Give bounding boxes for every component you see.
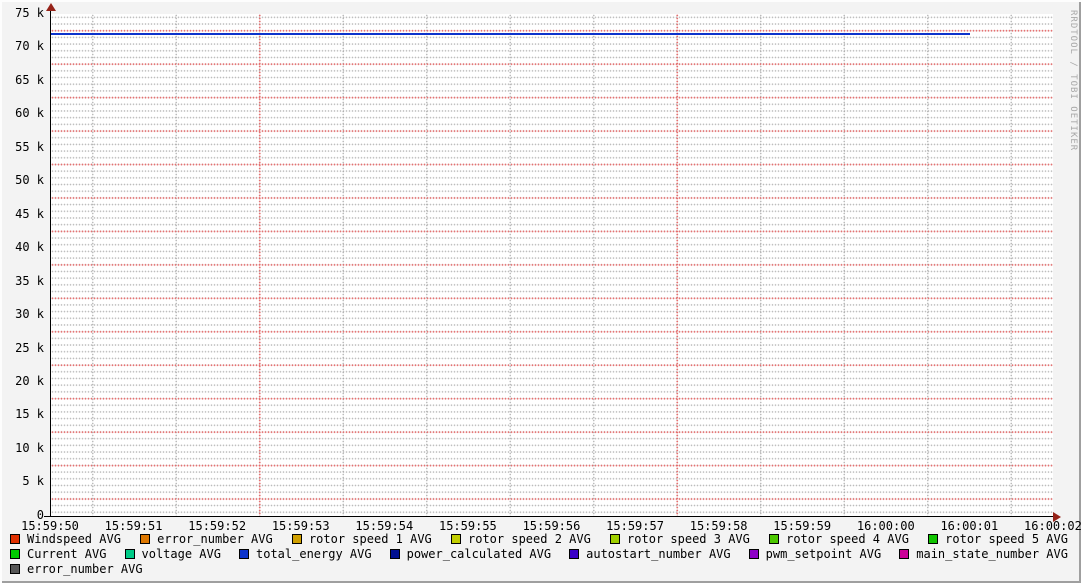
legend-row-3: error_number AVG xyxy=(10,561,1068,576)
legend-label: Current AVG xyxy=(27,547,106,561)
y-tick-label: 40 k xyxy=(0,241,44,254)
legend: Windspeed AVG error_number AVG rotor spe… xyxy=(10,531,1068,576)
y-tick-label: 10 k xyxy=(0,442,44,455)
rrdtool-watermark: RRDTOOL / TOBI OETIKER xyxy=(1068,10,1078,151)
legend-label: error_number AVG xyxy=(27,562,143,576)
legend-label: autostart_number AVG xyxy=(586,547,731,561)
plot-area xyxy=(51,14,1053,516)
y-tick-label: 60 k xyxy=(0,107,44,120)
legend-color-swatch xyxy=(769,534,779,544)
legend-label: voltage AVG xyxy=(142,547,221,561)
y-tick-label: 5 k xyxy=(0,475,44,488)
legend-color-swatch xyxy=(10,564,20,574)
y-tick-label: 30 k xyxy=(0,308,44,321)
y-tick-label: 75 k xyxy=(0,7,44,20)
y-tick-label: 20 k xyxy=(0,375,44,388)
legend-label: rotor speed 2 AVG xyxy=(468,532,591,546)
legend-label: Windspeed AVG xyxy=(27,532,121,546)
y-axis-labels: 75 k 70 k 65 k 60 k 55 k 50 k 45 k 40 k 35 k 30 k… xyxy=(0,7,44,522)
legend-color-swatch xyxy=(292,534,302,544)
y-tick-label: 55 k xyxy=(0,141,44,154)
legend-item: error_number AVG xyxy=(10,562,143,576)
y-tick-label: 70 k xyxy=(0,40,44,53)
legend-item: rotor speed 2 AVG xyxy=(451,532,591,546)
legend-color-swatch xyxy=(928,534,938,544)
y-axis-arrow-icon xyxy=(46,3,56,11)
y-tick-label: 50 k xyxy=(0,174,44,187)
legend-item: Current AVG xyxy=(10,547,106,561)
rrdtool-graph: RRDTOOL / TOBI OETIKER 75 k 70 k 65 k 60 k 5… xyxy=(0,0,1081,583)
y-axis-line xyxy=(50,8,51,517)
legend-item: autostart_number AVG xyxy=(569,547,731,561)
legend-label: rotor speed 4 AVG xyxy=(786,532,909,546)
legend-label: total_energy AVG xyxy=(256,547,372,561)
legend-item: Windspeed AVG xyxy=(10,532,121,546)
legend-label: rotor speed 1 AVG xyxy=(309,532,432,546)
legend-color-swatch xyxy=(239,549,249,559)
total-energy-line xyxy=(51,33,970,35)
y-tick-label: 25 k xyxy=(0,342,44,355)
y-tick-label: 65 k xyxy=(0,74,44,87)
legend-label: pwm_setpoint AVG xyxy=(766,547,882,561)
legend-label: power_calculated AVG xyxy=(407,547,552,561)
legend-item: rotor speed 5 AVG xyxy=(928,532,1068,546)
legend-label: main_state_number AVG xyxy=(916,547,1068,561)
legend-color-swatch xyxy=(140,534,150,544)
x-axis-line xyxy=(44,516,1054,517)
y-tick-label: 45 k xyxy=(0,208,44,221)
legend-item: voltage AVG xyxy=(125,547,221,561)
legend-color-swatch xyxy=(10,534,20,544)
legend-item: rotor speed 1 AVG xyxy=(292,532,432,546)
legend-item: rotor speed 3 AVG xyxy=(610,532,750,546)
legend-color-swatch xyxy=(451,534,461,544)
legend-item: pwm_setpoint AVG xyxy=(749,547,882,561)
legend-color-swatch xyxy=(125,549,135,559)
legend-item: power_calculated AVG xyxy=(390,547,552,561)
legend-row-2: Current AVG voltage AVG total_energy AVG… xyxy=(10,546,1068,561)
legend-color-swatch xyxy=(749,549,759,559)
legend-color-swatch xyxy=(10,549,20,559)
legend-item: error_number AVG xyxy=(140,532,273,546)
legend-row-1: Windspeed AVG error_number AVG rotor spe… xyxy=(10,531,1068,546)
legend-item: main_state_number AVG xyxy=(899,547,1068,561)
legend-label: rotor speed 5 AVG xyxy=(945,532,1068,546)
legend-color-swatch xyxy=(569,549,579,559)
legend-color-swatch xyxy=(610,534,620,544)
legend-label: rotor speed 3 AVG xyxy=(627,532,750,546)
legend-color-swatch xyxy=(390,549,400,559)
legend-label: error_number AVG xyxy=(157,532,273,546)
legend-item: rotor speed 4 AVG xyxy=(769,532,909,546)
legend-color-swatch xyxy=(899,549,909,559)
y-tick-label: 35 k xyxy=(0,275,44,288)
y-tick-label: 15 k xyxy=(0,408,44,421)
legend-item: total_energy AVG xyxy=(239,547,372,561)
